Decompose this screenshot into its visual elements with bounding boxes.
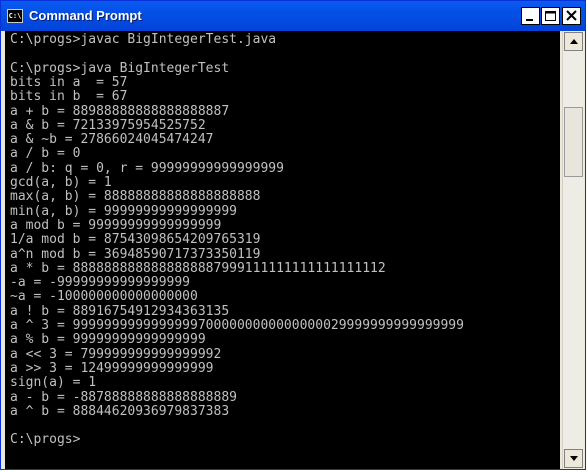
command-prompt-window: C:\ Command Prompt C:\progs>javac BigInt… [0,0,586,470]
scrollbar-thumb[interactable] [564,107,583,177]
console-line: min(a, b) = 99999999999999999 [10,203,237,219]
window-title: Command Prompt [29,8,142,23]
console-line: a - b = -88788888888888888889 [10,389,237,405]
maximize-button[interactable] [541,7,560,25]
minimize-icon [526,19,533,21]
console-line: a / b = 0 [10,146,81,162]
close-button[interactable] [562,7,581,25]
console-line: C:\progs>java BigIntegerTest [10,60,230,76]
console-line: a >> 3 = 12499999999999999 [10,360,214,376]
console-line: 1/a mod b = 87543098654209765319 [10,232,261,248]
title-bar[interactable]: C:\ Command Prompt [1,1,585,31]
console-line: a * b = 88888888888888888879991111111111… [10,260,386,276]
console-line: a << 3 = 799999999999999992 [10,346,222,362]
console-line: C:\progs> [10,432,81,448]
console-line: max(a, b) = 88888888888888888888 [10,189,261,205]
console-line: a / b: q = 0, r = 99999999999999999 [10,160,284,176]
console-line: a ! b = 88916754912934363135 [10,303,230,319]
console-line: a & ~b = 27866024045474247 [10,132,214,148]
close-icon [566,10,577,21]
scroll-up-button[interactable] [564,32,583,51]
console-line: a + b = 88988888888888888887 [10,103,230,119]
console-line: gcd(a, b) = 1 [10,175,112,190]
scroll-down-button[interactable] [564,449,583,468]
console-line: sign(a) = 1 [10,375,97,391]
console-line: C:\progs>javac BigIntegerTest.java [10,32,277,47]
console-line: a % b = 99999999999999999 [10,332,206,348]
console-line: a & b = 72133975954525752 [10,117,206,133]
console-line: bits in a = 57 [10,74,128,90]
maximize-icon [545,11,556,21]
minimize-button[interactable] [521,7,540,25]
console-output[interactable]: C:\progs>javac BigIntegerTest.java C:\pro… [5,31,560,469]
console-line: a mod b = 99999999999999999 [10,217,222,233]
console-line: ~a = -100000000000000000 [10,289,198,305]
arrow-up-icon [570,39,578,44]
arrow-down-icon [570,456,578,461]
vertical-scrollbar[interactable] [562,31,584,469]
console-line: a ^ b = 88844620936979837383 [10,403,230,419]
console-app-icon[interactable]: C:\ [7,9,23,23]
console-line: a ^ 3 = 99999999999999997000000000000000… [10,318,464,333]
console-line: a^n mod b = 36948590717373350119 [10,246,261,262]
console-line: -a = -99999999999999999 [10,275,191,291]
console-line: bits in b = 67 [10,89,128,105]
